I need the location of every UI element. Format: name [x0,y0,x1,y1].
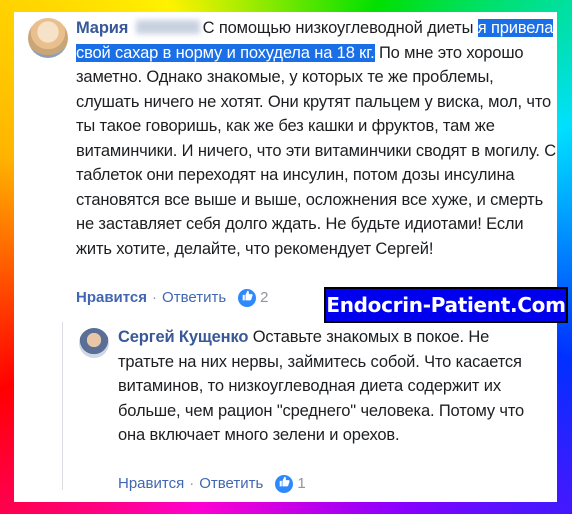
blurred-surname [135,20,200,34]
reply-actions: Нравится · Ответить 1 [118,474,306,494]
comment-author[interactable]: Мария [76,19,128,37]
like-button[interactable]: Нравится [76,288,147,308]
separator: · [189,475,195,492]
reply-like-count: 1 [297,475,306,492]
reply-like-button[interactable]: Нравится [118,474,184,494]
avatar[interactable] [28,18,68,58]
comment-actions: Нравится · Ответить 2 [76,288,269,308]
thread-line [62,322,63,490]
reply-body: Сергей Кущенко Оставьте знакомых в покое… [118,325,548,448]
comment-body: Мария С помощью низкоуглеводной диеты я … [76,16,558,261]
watermark: Endocrin-Patient.Com [324,287,568,323]
separator: · [152,289,158,306]
like-count: 2 [260,289,269,306]
reply-reply-button[interactable]: Ответить [199,474,263,494]
reply-avatar[interactable] [79,328,109,358]
reply-author[interactable]: Сергей Кущенко [118,328,248,346]
thumbs-up-icon[interactable] [238,289,257,307]
comment-text-after: По мне это хорошо заметно. Однако знаком… [76,43,556,258]
reply-button[interactable]: Ответить [162,288,226,308]
thumbs-up-icon[interactable] [275,475,294,493]
comment-text-before: С помощью низкоуглеводной диеты [202,19,478,37]
